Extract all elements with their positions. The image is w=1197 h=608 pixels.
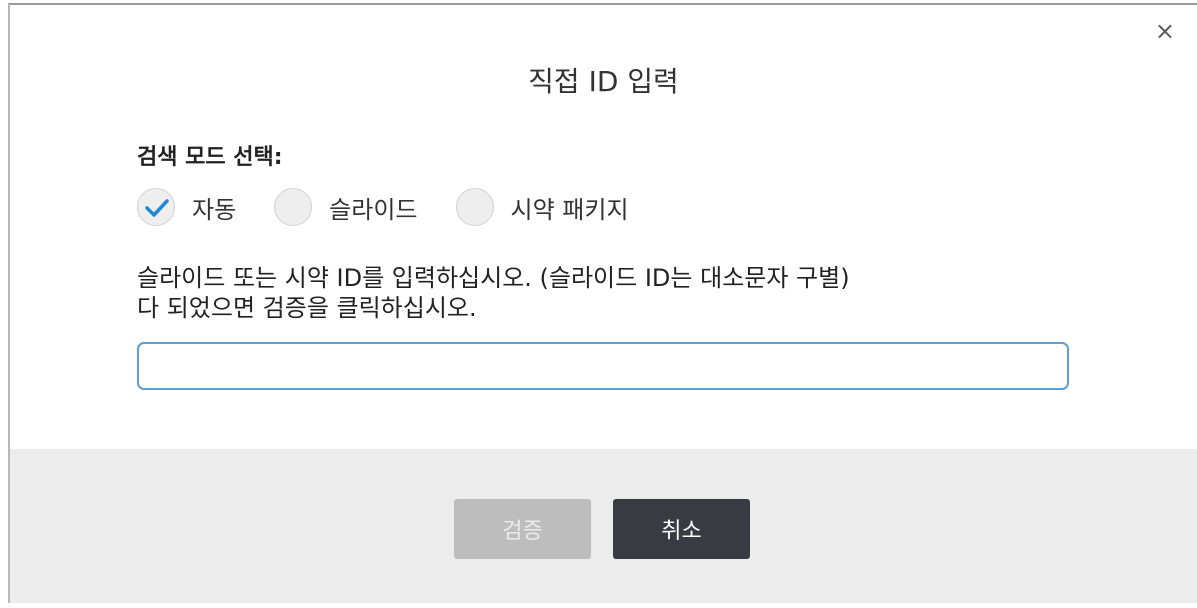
radio-auto[interactable]: 자동 xyxy=(137,188,236,226)
instruction-text: 슬라이드 또는 시약 ID를 입력하십시오. (슬라이드 ID는 대소문자 구별… xyxy=(137,263,850,323)
radio-slide-circle-icon[interactable] xyxy=(274,188,313,226)
dialog-footer: 검증 취소 xyxy=(10,449,1197,603)
radio-auto-checked-icon[interactable] xyxy=(137,188,175,226)
radio-slide[interactable]: 슬라이드 xyxy=(274,188,418,226)
close-icon[interactable]: × xyxy=(1155,19,1175,43)
radio-reagent-pack-label: 시약 패키지 xyxy=(510,195,629,224)
enter-id-dialog: × 직접 ID 입력 검색 모드 선택: 자동 슬라이드 시약 패키지 슬라이드… xyxy=(8,3,1197,603)
radio-reagent-pack[interactable]: 시약 패키지 xyxy=(455,188,629,226)
radio-slide-label: 슬라이드 xyxy=(329,195,418,224)
instruction-line-1: 슬라이드 또는 시약 ID를 입력하십시오. (슬라이드 ID는 대소문자 구별… xyxy=(137,264,850,292)
id-input[interactable] xyxy=(137,342,1069,390)
radio-reagent-pack-circle-icon[interactable] xyxy=(455,188,494,226)
verify-button[interactable]: 검증 xyxy=(454,499,591,559)
checkmark-icon xyxy=(145,199,169,217)
radio-auto-label: 자동 xyxy=(192,195,237,224)
search-mode-options: 자동 슬라이드 시약 패키지 xyxy=(137,185,667,229)
search-mode-label: 검색 모드 선택: xyxy=(137,145,283,170)
cancel-button[interactable]: 취소 xyxy=(613,499,750,559)
dialog-title: 직접 ID 입력 xyxy=(528,65,679,98)
instruction-line-2: 다 되었으면 검증을 클릭하십시오. xyxy=(137,294,477,322)
